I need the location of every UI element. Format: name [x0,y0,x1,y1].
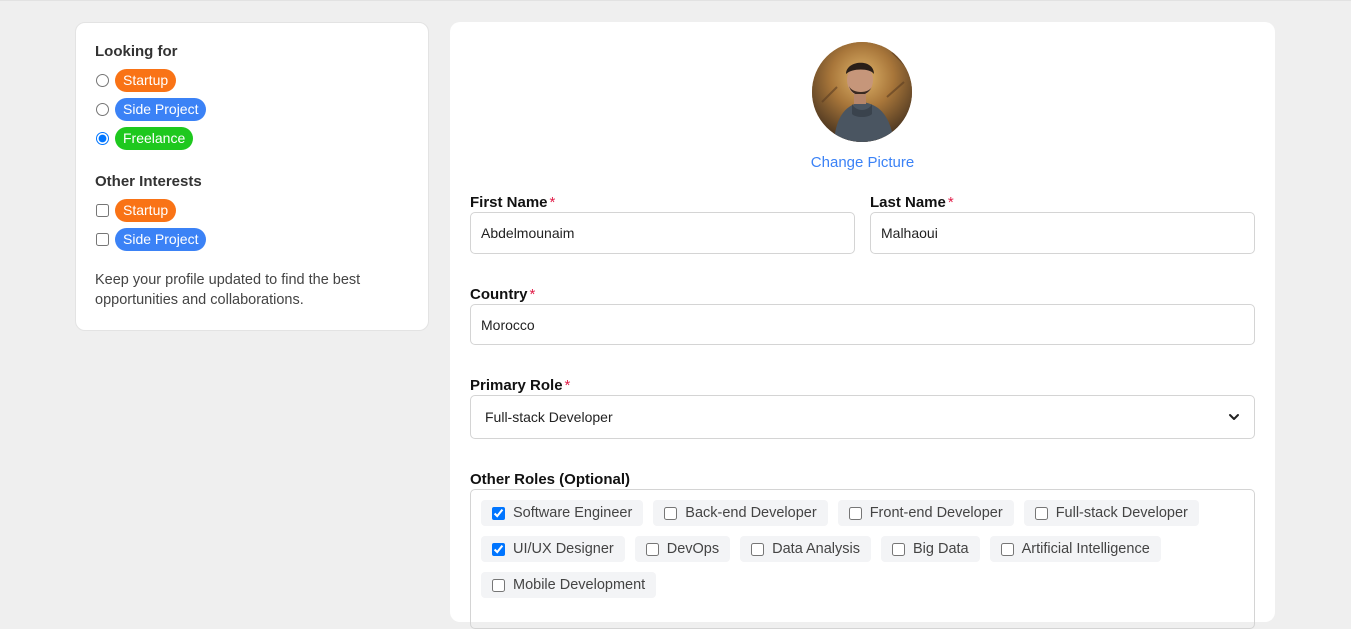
looking-for-option-startup[interactable]: Startup [95,66,409,95]
role-checkbox[interactable] [848,506,862,520]
side-project-pill: Side Project [115,98,207,121]
first-name-label: First Name * [470,194,555,211]
role-label: DevOps [666,541,720,557]
required-marker: * [549,194,556,211]
role-label: Back-end Developer [685,505,817,521]
profile-photo [812,42,912,142]
role-option-back-end-developer[interactable]: Back-end Developer [653,500,828,526]
other-interest-option-startup[interactable]: Startup [95,196,409,225]
country-label: Country * [470,286,535,303]
role-checkbox[interactable] [891,542,905,556]
avatar [812,42,912,142]
role-label: Front-end Developer [869,505,1003,521]
role-option-software-engineer[interactable]: Software Engineer [481,500,644,526]
looking-for-title: Looking for [95,43,178,60]
country-input[interactable] [470,304,1255,345]
required-marker: * [947,194,954,211]
role-checkbox[interactable] [645,542,659,556]
role-option-full-stack-developer[interactable]: Full-stack Developer [1023,500,1199,526]
chevron-down-icon [1229,414,1239,420]
looking-for-card: Looking for Startup Side Project Freelan… [75,22,429,331]
change-picture-link[interactable]: Change Picture [450,154,1275,171]
last-name-label-text: Last Name [870,194,946,211]
role-label: Big Data [912,541,969,557]
first-name-input[interactable] [470,212,855,254]
primary-role-select[interactable]: Full-stack Developer [470,395,1255,439]
role-label: UI/UX Designer [513,541,614,557]
country-label-text: Country [470,286,528,303]
role-checkbox[interactable] [1000,542,1014,556]
role-option-mobile-development[interactable]: Mobile Development [481,572,657,598]
role-label: Mobile Development [513,577,646,593]
primary-role-value: Full-stack Developer [485,409,613,425]
primary-role-label: Primary Role * [470,377,570,394]
role-option-devops[interactable]: DevOps [634,536,731,562]
looking-for-option-side-project[interactable]: Side Project [95,95,409,124]
role-option-artificial-intelligence[interactable]: Artificial Intelligence [989,536,1161,562]
role-option-big-data[interactable]: Big Data [880,536,980,562]
looking-for-option-freelance[interactable]: Freelance [95,124,409,153]
looking-for-radio-side-project[interactable] [96,103,109,116]
role-checkbox[interactable] [492,542,505,556]
last-name-label: Last Name * [870,194,954,211]
primary-role-label-text: Primary Role [470,377,563,394]
roles-row: Software Engineer Back-end Developer Fro… [481,500,1244,526]
other-interest-option-side-project[interactable]: Side Project [95,225,409,254]
other-interests-title: Other Interests [95,173,202,190]
profile-note: Keep your profile updated to find the be… [95,272,361,308]
other-roles-group: Software Engineer Back-end Developer Fro… [470,489,1255,629]
role-checkbox[interactable] [664,506,678,520]
freelance-pill: Freelance [115,127,194,150]
required-marker: * [564,377,571,394]
role-label: Software Engineer [513,505,633,521]
roles-row: Mobile Development [481,572,1244,598]
startup-pill: Startup [115,199,177,222]
role-label: Data Analysis [772,541,860,557]
role-option-front-end-developer[interactable]: Front-end Developer [837,500,1014,526]
side-project-pill: Side Project [115,228,207,251]
role-checkbox[interactable] [751,542,765,556]
roles-row: UI/UX Designer DevOps Data Analysis Big … [481,536,1244,562]
last-name-input[interactable] [870,212,1255,254]
required-marker: * [529,286,536,303]
role-label: Full-stack Developer [1055,505,1188,521]
looking-for-radio-freelance[interactable] [96,132,109,145]
other-interest-checkbox-side-project[interactable] [96,233,109,246]
first-name-label-text: First Name [470,194,548,211]
role-option-ui-ux-designer[interactable]: UI/UX Designer [481,536,625,562]
role-option-data-analysis[interactable]: Data Analysis [740,536,871,562]
other-interest-checkbox-startup[interactable] [96,204,109,217]
role-checkbox[interactable] [1034,506,1048,520]
other-roles-label: Other Roles (Optional) [470,471,631,488]
profile-form-card: Change Picture First Name* Last Name* Co… [450,22,1275,629]
looking-for-radio-startup[interactable] [96,74,109,87]
startup-pill: Startup [115,69,177,92]
role-checkbox[interactable] [492,578,505,592]
role-label: Artificial Intelligence [1021,541,1150,557]
role-checkbox[interactable] [492,506,505,520]
